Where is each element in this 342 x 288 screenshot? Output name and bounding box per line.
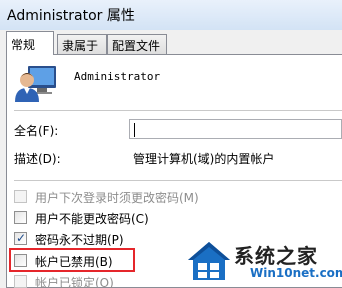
house-logo-icon <box>188 242 230 280</box>
checkbox-label: 用户不能更改密码(C) <box>35 212 149 226</box>
tab-profile[interactable]: 配置文件 <box>107 34 167 54</box>
checkbox-label: 帐户已锁定(O) <box>35 276 114 288</box>
checkbox-box[interactable]: ✓ <box>14 231 27 245</box>
fullname-input[interactable] <box>129 119 342 139</box>
watermark-brand: 系统之家 <box>234 244 318 268</box>
description-value: 管理计算机(域)的内置帐户 <box>133 152 275 166</box>
separator <box>14 180 342 181</box>
description-input[interactable]: 管理计算机(域)的内置帐户 <box>129 147 342 167</box>
checkbox-box[interactable] <box>14 190 27 203</box>
tab-member-of[interactable]: 隶属于 <box>57 34 107 54</box>
highlight-box <box>9 248 135 272</box>
checkbox-box[interactable] <box>14 211 27 224</box>
watermark-url: Win10net.com <box>250 266 342 280</box>
title-bar[interactable]: Administrator 属性 <box>0 0 342 30</box>
watermark: 系统之家 Win10net.com <box>184 236 342 288</box>
user-avatar-icon <box>15 66 56 102</box>
checkbox-label: 用户下次登录时须更改密码(M) <box>35 191 199 205</box>
separator <box>14 110 342 111</box>
fullname-label: 全名(F): <box>14 124 59 138</box>
tab-strip: 常规 隶属于 配置文件 <box>0 30 342 55</box>
checkbox-box[interactable] <box>14 275 27 288</box>
window-title: Administrator 属性 <box>7 8 135 24</box>
username-label: Administrator <box>74 70 161 83</box>
checkmark-icon: ✓ <box>16 231 27 245</box>
description-label: 描述(D): <box>14 152 61 166</box>
checkbox-label: 密码永不过期(P) <box>35 233 124 247</box>
tab-general[interactable]: 常规 <box>6 31 54 55</box>
text-caret <box>134 122 135 137</box>
